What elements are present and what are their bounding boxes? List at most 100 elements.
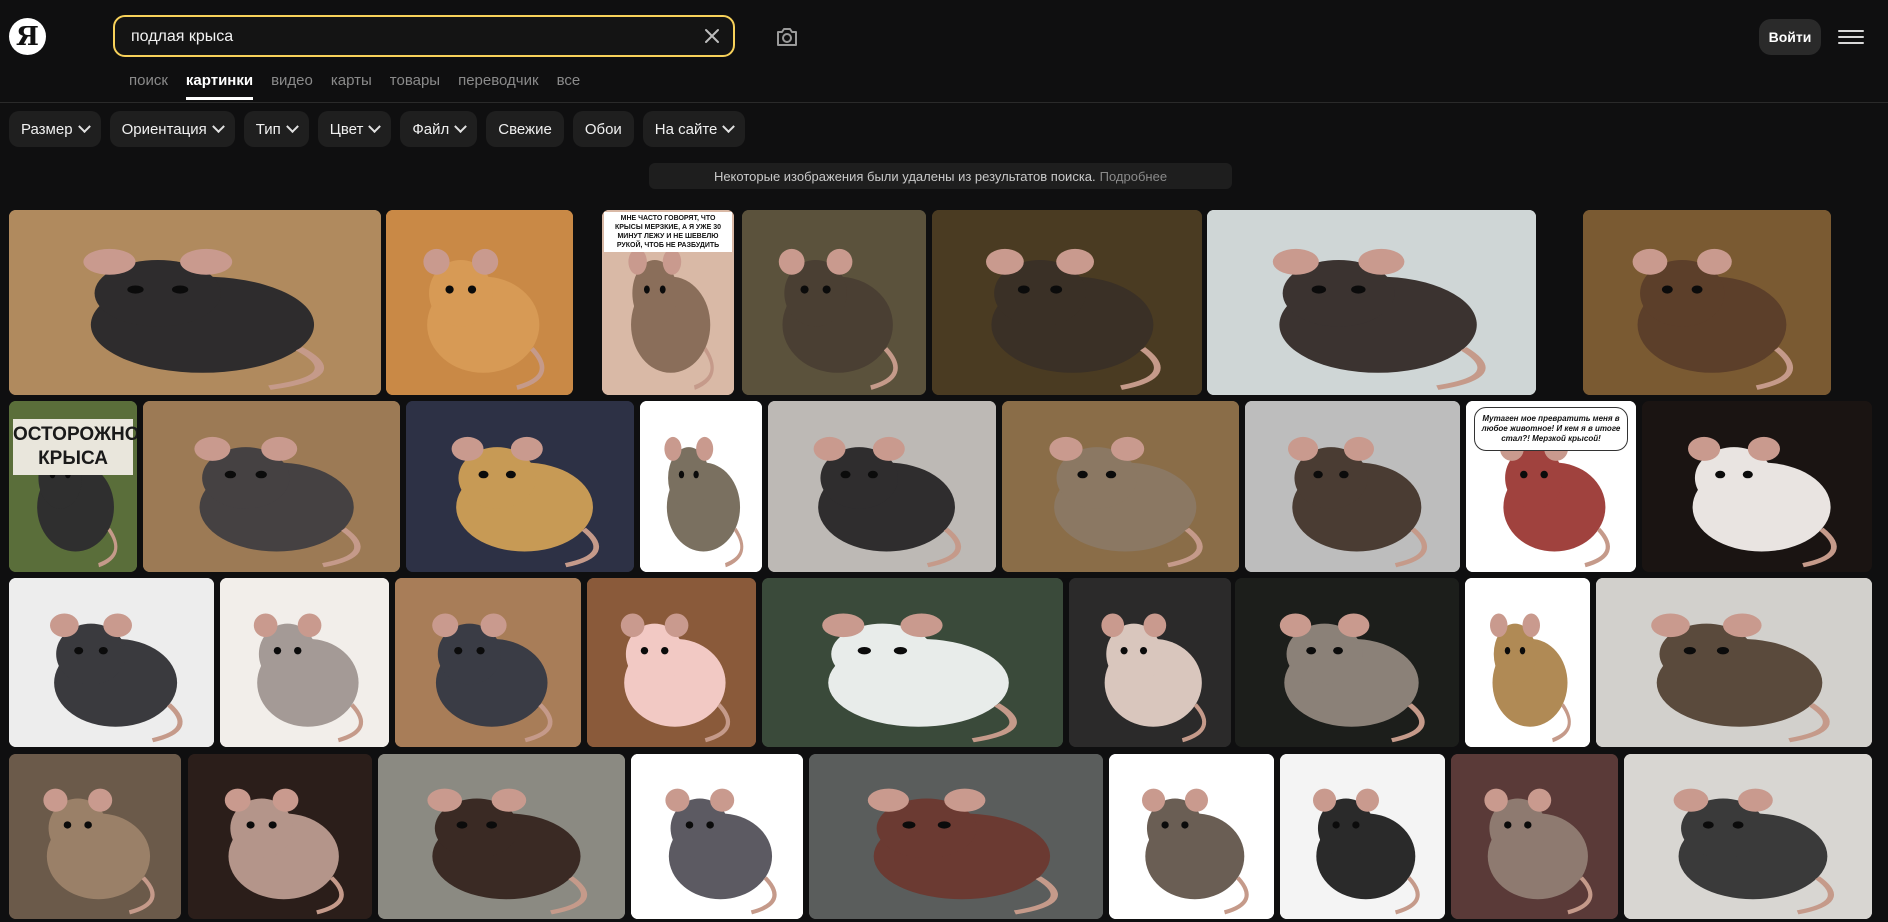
image-thumbnail[interactable] bbox=[220, 578, 389, 747]
rat-image bbox=[395, 578, 581, 747]
filter-chip[interactable]: Цвет bbox=[317, 111, 392, 147]
image-thumbnail[interactable] bbox=[9, 210, 381, 395]
rat-image bbox=[1642, 401, 1872, 572]
filter-label: Тип bbox=[255, 120, 281, 138]
image-thumbnail[interactable] bbox=[1596, 578, 1872, 747]
header: Я поиск картинки видео карты товары переводчи… bbox=[0, 0, 1888, 103]
rat-image bbox=[1069, 578, 1231, 747]
filter-chip[interactable]: Файл bbox=[400, 111, 478, 147]
image-thumbnail[interactable] bbox=[406, 401, 634, 572]
image-thumbnail[interactable] bbox=[1280, 754, 1445, 919]
rat-image bbox=[378, 754, 625, 919]
tab-3[interactable]: карты bbox=[331, 72, 372, 100]
rat-image bbox=[1235, 578, 1459, 747]
close-icon bbox=[705, 29, 719, 43]
menu-button[interactable] bbox=[1838, 24, 1864, 50]
filter-bar: Размер Ориентация Тип Цвет Файл Свежие Обои На … bbox=[9, 111, 746, 147]
rat-image bbox=[640, 401, 762, 572]
image-thumbnail[interactable] bbox=[378, 754, 625, 919]
image-thumbnail[interactable]: ОСТОРОЖНО КРЫСА bbox=[9, 401, 137, 572]
image-thumbnail[interactable] bbox=[1002, 401, 1239, 572]
image-thumbnail[interactable] bbox=[9, 578, 214, 747]
image-thumbnail[interactable] bbox=[1465, 578, 1590, 747]
image-thumbnail[interactable] bbox=[395, 578, 581, 747]
hamburger-icon bbox=[1838, 30, 1864, 32]
filter-label: Ориентация bbox=[121, 120, 207, 138]
image-thumbnail[interactable] bbox=[1245, 401, 1460, 572]
login-button[interactable]: Войти bbox=[1759, 19, 1821, 55]
tab-2[interactable]: видео bbox=[271, 72, 313, 100]
image-thumbnail[interactable] bbox=[1642, 401, 1872, 572]
filter-label: Размер bbox=[21, 120, 73, 138]
filter-chip[interactable]: Обои bbox=[572, 111, 634, 147]
tab-4[interactable]: товары bbox=[390, 72, 440, 100]
image-thumbnail[interactable] bbox=[742, 210, 926, 395]
search-tabs: поиск картинки видео карты товары переводчик в… bbox=[129, 72, 580, 100]
rat-image bbox=[1596, 578, 1872, 747]
image-caption: Мутаген мое превратить меня в любое живо… bbox=[1474, 407, 1628, 451]
rat-image bbox=[1109, 754, 1274, 919]
filter-chip[interactable]: Тип bbox=[243, 111, 309, 147]
image-caption: ОСТОРОЖНО КРЫСА bbox=[13, 419, 137, 475]
filter-chip[interactable]: Размер bbox=[9, 111, 101, 147]
image-thumbnail[interactable] bbox=[768, 401, 996, 572]
tab-5[interactable]: переводчик bbox=[458, 72, 538, 100]
rat-image bbox=[1465, 578, 1590, 747]
filter-label: Обои bbox=[584, 120, 622, 138]
image-thumbnail[interactable] bbox=[1109, 754, 1274, 919]
image-thumbnail[interactable] bbox=[809, 754, 1103, 919]
image-thumbnail[interactable]: МНЕ ЧАСТО ГОВОРЯТ, ЧТО КРЫСЫ МЕРЗКИЕ, А … bbox=[602, 210, 734, 395]
search-box[interactable] bbox=[113, 15, 735, 57]
filter-chip[interactable]: Ориентация bbox=[109, 111, 235, 147]
search-input[interactable] bbox=[129, 17, 673, 57]
filter-chip[interactable]: На сайте bbox=[642, 111, 746, 147]
tab-1[interactable]: картинки bbox=[185, 72, 254, 100]
notice-text: Некоторые изображения были удалены из ре… bbox=[713, 168, 1096, 184]
rat-image bbox=[1280, 754, 1445, 919]
rat-image bbox=[188, 754, 372, 919]
rat-image bbox=[143, 401, 400, 572]
image-caption: МНЕ ЧАСТО ГОВОРЯТ, ЧТО КРЫСЫ МЕРЗКИЕ, А … bbox=[604, 212, 732, 252]
chevron-down-icon bbox=[454, 119, 468, 133]
chevron-down-icon bbox=[211, 119, 225, 133]
image-thumbnail[interactable]: Мутаген мое превратить меня в любое живо… bbox=[1466, 401, 1636, 572]
filter-label: Свежие bbox=[498, 120, 552, 138]
image-thumbnail[interactable] bbox=[1624, 754, 1872, 919]
rat-image bbox=[587, 578, 756, 747]
image-thumbnail[interactable] bbox=[1235, 578, 1459, 747]
filter-chip[interactable]: Свежие bbox=[486, 111, 564, 147]
image-thumbnail[interactable] bbox=[1069, 578, 1231, 747]
rat-image bbox=[631, 754, 803, 919]
rat-image bbox=[9, 754, 181, 919]
image-thumbnail[interactable] bbox=[631, 754, 803, 919]
tab-6[interactable]: все bbox=[557, 72, 581, 100]
filter-label: На сайте bbox=[654, 120, 718, 138]
image-thumbnail[interactable] bbox=[932, 210, 1202, 395]
rat-image bbox=[1245, 401, 1460, 572]
rat-image bbox=[809, 754, 1103, 919]
image-thumbnail[interactable] bbox=[143, 401, 400, 572]
chevron-down-icon bbox=[722, 119, 736, 133]
image-thumbnail[interactable] bbox=[9, 754, 181, 919]
rat-image bbox=[386, 210, 573, 395]
filter-label: Файл bbox=[412, 120, 450, 138]
image-thumbnail[interactable] bbox=[1207, 210, 1536, 395]
rat-image bbox=[768, 401, 996, 572]
image-search-button[interactable] bbox=[772, 22, 802, 52]
rat-image bbox=[220, 578, 389, 747]
image-thumbnail[interactable] bbox=[386, 210, 573, 395]
image-thumbnail[interactable] bbox=[1583, 210, 1831, 395]
image-thumbnail[interactable] bbox=[587, 578, 756, 747]
removed-results-notice: Некоторые изображения были удалены из ре… bbox=[649, 163, 1232, 189]
image-thumbnail[interactable] bbox=[762, 578, 1063, 747]
tab-0[interactable]: поиск bbox=[129, 72, 168, 100]
rat-image bbox=[406, 401, 634, 572]
chevron-down-icon bbox=[285, 119, 299, 133]
rat-image bbox=[742, 210, 926, 395]
image-thumbnail[interactable] bbox=[1451, 754, 1618, 919]
clear-search-button[interactable] bbox=[701, 25, 723, 47]
image-thumbnail[interactable] bbox=[188, 754, 372, 919]
yandex-logo[interactable]: Я bbox=[9, 18, 46, 55]
image-thumbnail[interactable] bbox=[640, 401, 762, 572]
notice-more-link[interactable]: Подробнее bbox=[1100, 169, 1167, 184]
